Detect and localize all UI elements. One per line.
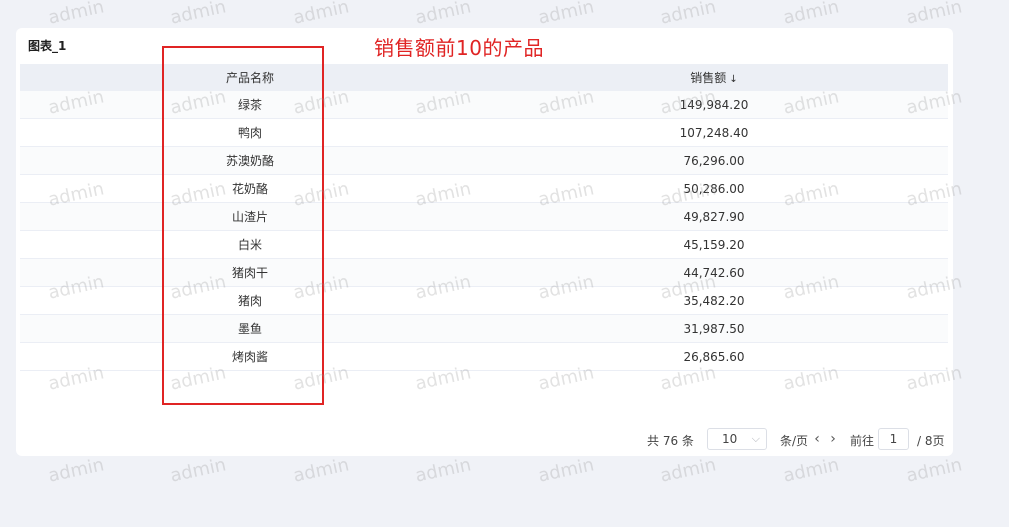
watermark: admin bbox=[46, 454, 106, 487]
table-row[interactable]: 猪肉 35,482.20 bbox=[20, 286, 948, 315]
watermark: admin bbox=[781, 454, 841, 487]
watermark: admin bbox=[658, 0, 718, 29]
chevron-down-icon: ⌵ bbox=[751, 432, 760, 445]
watermark: admin bbox=[168, 454, 228, 487]
page-number-input[interactable]: 1 bbox=[878, 428, 909, 450]
cell-product-name: 鸭肉 bbox=[20, 118, 480, 147]
cell-sales: 45,159.20 bbox=[480, 230, 948, 259]
total-pages: / 8页 bbox=[917, 433, 945, 448]
goto-label: 前往 bbox=[850, 433, 875, 448]
column-header-product-name[interactable]: 产品名称 bbox=[20, 64, 480, 91]
watermark: admin bbox=[904, 454, 964, 487]
cell-sales: 50,286.00 bbox=[480, 174, 948, 203]
sort-desc-icon[interactable]: ↓ bbox=[729, 74, 737, 85]
cell-product-name: 花奶酪 bbox=[20, 174, 480, 203]
cell-product-name: 绿茶 bbox=[20, 91, 480, 119]
watermark: admin bbox=[658, 454, 718, 487]
watermark: admin bbox=[413, 0, 473, 29]
cell-sales: 26,865.60 bbox=[480, 342, 948, 371]
cell-sales: 107,248.40 bbox=[480, 118, 948, 147]
cell-sales: 31,987.50 bbox=[480, 314, 948, 343]
watermark: admin bbox=[46, 0, 106, 29]
cell-product-name: 烤肉酱 bbox=[20, 342, 480, 371]
table-row[interactable]: 鸭肉 107,248.40 bbox=[20, 118, 948, 147]
cell-sales: 149,984.20 bbox=[480, 91, 948, 119]
table-row[interactable]: 墨鱼 31,987.50 bbox=[20, 314, 948, 343]
cell-sales: 44,742.60 bbox=[480, 258, 948, 287]
per-page-unit: 条/页 bbox=[780, 433, 809, 448]
annotation-title: 销售额前10的产品 bbox=[374, 36, 544, 60]
table-row[interactable]: 苏澳奶酪 76,296.00 bbox=[20, 146, 948, 175]
pager-total: 共 76 条 bbox=[647, 433, 694, 448]
cell-product-name: 山渣片 bbox=[20, 202, 480, 231]
watermark: admin bbox=[291, 0, 351, 29]
watermark: admin bbox=[536, 454, 596, 487]
cell-product-name: 猪肉干 bbox=[20, 258, 480, 287]
page-size-select[interactable]: 10 ⌵ bbox=[707, 428, 767, 450]
table-row[interactable]: 猪肉干 44,742.60 bbox=[20, 258, 948, 287]
prev-page-icon[interactable]: ‹ bbox=[810, 430, 824, 448]
watermark: admin bbox=[168, 0, 228, 29]
table-row[interactable]: 烤肉酱 26,865.60 bbox=[20, 342, 948, 371]
column-header-sales[interactable]: 销售额 ↓ bbox=[480, 64, 948, 91]
watermark: admin bbox=[536, 0, 596, 29]
cell-product-name: 白米 bbox=[20, 230, 480, 259]
next-page-icon[interactable]: › bbox=[826, 430, 840, 448]
watermark: admin bbox=[291, 454, 351, 487]
cell-product-name: 墨鱼 bbox=[20, 314, 480, 343]
table-header-row: 产品名称 销售额 ↓ bbox=[20, 64, 948, 91]
table-row[interactable]: 白米 45,159.20 bbox=[20, 230, 948, 259]
cell-sales: 35,482.20 bbox=[480, 286, 948, 315]
card-title: 图表_1 bbox=[28, 39, 67, 53]
page-size-value: 10 bbox=[722, 432, 738, 446]
cell-sales: 49,827.90 bbox=[480, 202, 948, 231]
sales-table: 产品名称 销售额 ↓ 绿茶 149,984.20 鸭肉 107,248.40 苏澳奶酪… bbox=[20, 64, 948, 371]
watermark: admin bbox=[904, 0, 964, 29]
cell-product-name: 猪肉 bbox=[20, 286, 480, 315]
table-row[interactable]: 山渣片 49,827.90 bbox=[20, 202, 948, 231]
table-row[interactable]: 绿茶 149,984.20 bbox=[20, 91, 948, 119]
cell-product-name: 苏澳奶酪 bbox=[20, 146, 480, 175]
watermark: admin bbox=[413, 454, 473, 487]
cell-sales: 76,296.00 bbox=[480, 146, 948, 175]
watermark: admin bbox=[781, 0, 841, 29]
table-row[interactable]: 花奶酪 50,286.00 bbox=[20, 174, 948, 203]
